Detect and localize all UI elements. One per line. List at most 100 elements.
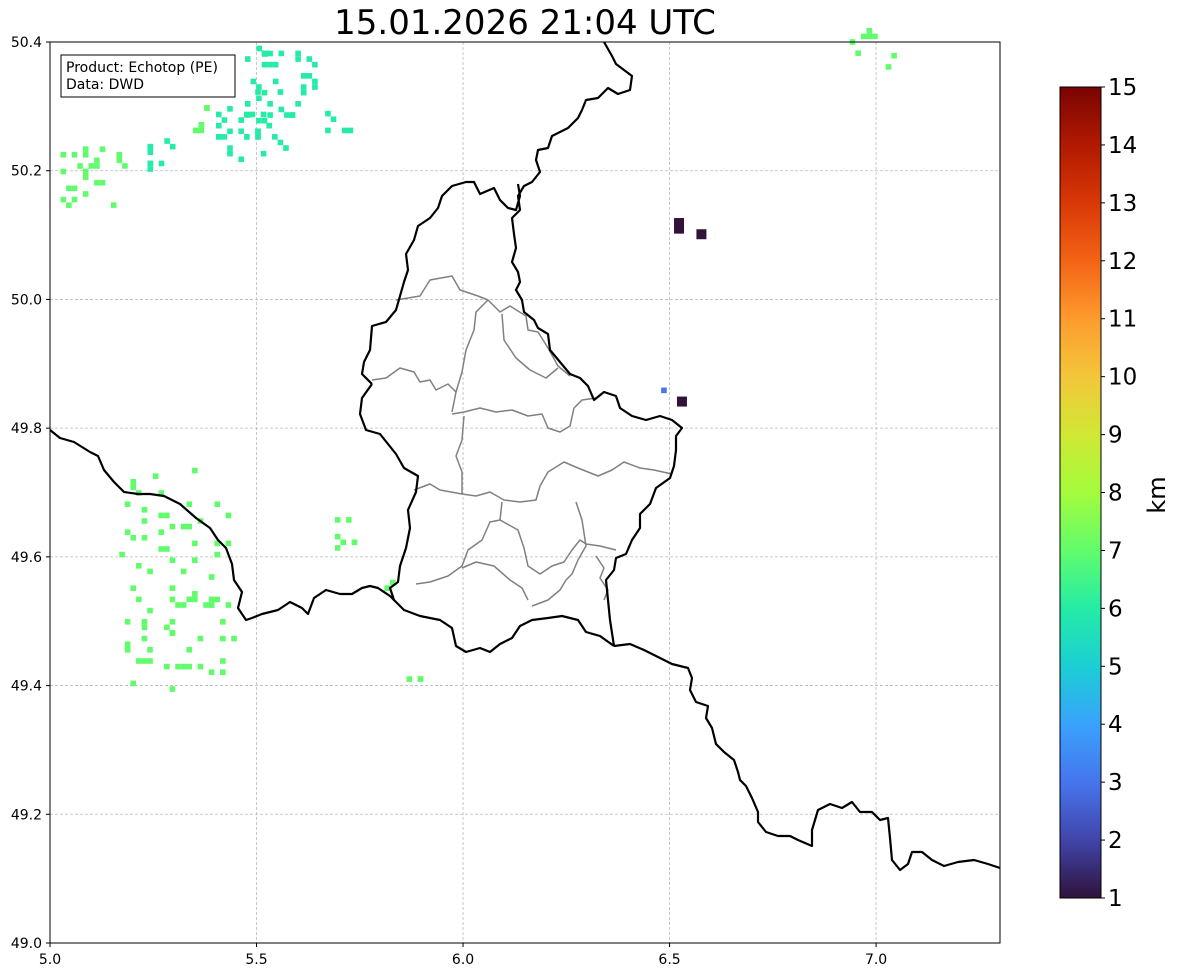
echo-pixel <box>340 539 347 546</box>
colorbar-tick-label: 14 <box>1108 133 1137 159</box>
echo-pixel <box>406 676 413 682</box>
echo-pixel <box>169 523 176 530</box>
echo-pixel <box>300 73 307 79</box>
echo-pixel <box>244 56 251 62</box>
echo-pixel <box>186 523 193 530</box>
echo-pixel <box>220 635 226 642</box>
echo-pixel <box>66 185 72 192</box>
echo-pixel <box>244 112 251 118</box>
echo-pixel <box>283 145 289 151</box>
figure-canvas: 15.01.2026 21:04 UTC Product: Echotop (P… <box>11 3 1171 968</box>
echo-pixel <box>124 619 131 625</box>
product-info-box: Product: Echotop (PE) Data: DWD <box>60 54 236 98</box>
echo-pixel <box>295 56 301 62</box>
echo-pixel <box>325 127 331 134</box>
echo-pixel <box>164 546 170 552</box>
echo-pixel <box>266 122 272 129</box>
echo-pixel <box>227 106 233 112</box>
echo-pixel <box>676 396 687 407</box>
echo-pixel <box>855 50 861 56</box>
y-tick-label: 49.0 <box>11 936 42 952</box>
echo-pixel <box>130 680 137 687</box>
echo-pixel <box>116 151 123 158</box>
echo-pixel <box>215 111 222 118</box>
map-axes: Product: Echotop (PE) Data: DWD <box>49 28 1001 944</box>
echo-pixel <box>192 557 198 563</box>
y-tick-label: 49.8 <box>11 421 42 437</box>
echo-pixel <box>261 61 268 68</box>
colorbar-tick-label: 8 <box>1108 481 1123 507</box>
echo-pixel <box>225 540 232 547</box>
echo-cell <box>661 387 667 394</box>
echo-pixel <box>866 28 873 34</box>
echo-pixel <box>231 635 237 642</box>
echo-pixel <box>278 106 285 113</box>
echo-pixel <box>256 84 262 90</box>
echo-pixel <box>180 663 187 670</box>
echo-pixel <box>208 596 215 603</box>
echo-pixel <box>214 551 221 558</box>
echo-pixel <box>130 479 137 485</box>
colorbar: 15 14 13 12 11 10 9 8 7 6 5 4 3 2 1 km <box>1059 75 1171 912</box>
echo-pixel <box>71 151 78 158</box>
colorbar-tick-label: 4 <box>1108 712 1123 738</box>
echo-pixel <box>180 568 187 575</box>
x-tick-label: 6.5 <box>658 952 680 968</box>
x-axis-ticks: 5.0 5.5 6.0 6.5 7.0 <box>39 943 887 968</box>
echo-pixel <box>661 387 667 394</box>
echo-pixel <box>866 33 873 40</box>
echo-pixel <box>347 127 354 134</box>
echo-pixel <box>82 174 89 180</box>
echo-pixel <box>192 127 199 134</box>
echo-pixel <box>238 156 244 163</box>
echo-pixel <box>214 501 221 507</box>
echo-pixel <box>260 150 267 157</box>
echo-pixel <box>192 467 198 474</box>
echo-pixel <box>60 196 67 203</box>
echo-pixel <box>220 658 226 664</box>
echo-pixel <box>147 143 154 150</box>
echo-pixel <box>141 535 148 541</box>
echo-pixel <box>312 84 318 90</box>
echo-pixel <box>267 50 273 57</box>
echo-pixel <box>130 585 137 591</box>
y-tick-label: 50.4 <box>11 35 42 51</box>
echo-pixel <box>147 160 154 167</box>
colorbar-tick-label: 11 <box>1108 307 1137 333</box>
echo-pixel <box>312 61 318 68</box>
echo-pixel <box>198 122 205 128</box>
echo-pixel <box>204 105 210 111</box>
echo-pixel <box>136 658 142 664</box>
echo-pixel <box>312 78 318 85</box>
echo-pixel <box>208 669 215 675</box>
colorbar-gradient <box>1059 86 1102 899</box>
echo-pixel <box>256 117 262 124</box>
echo-pixel <box>255 89 261 95</box>
echo-pixel <box>197 663 204 670</box>
echo-pixel <box>147 149 154 156</box>
echo-pixel <box>164 663 170 670</box>
data-source-label: Data: DWD <box>66 77 144 93</box>
echo-pixel <box>169 596 176 603</box>
x-tick-label: 5.0 <box>39 952 61 968</box>
echo-pixel <box>82 146 89 152</box>
echo-pixel <box>94 157 100 164</box>
echo-pixel <box>152 473 159 479</box>
echo-pixel <box>208 574 215 580</box>
echo-pixel <box>82 191 89 197</box>
product-label: Product: Echotop (PE) <box>66 60 218 76</box>
echo-pixel <box>192 540 198 547</box>
echo-pixel <box>77 163 83 169</box>
colorbar-tick-label: 10 <box>1108 365 1137 391</box>
echo-pixel <box>158 529 165 535</box>
echo-pixel <box>169 619 176 625</box>
echo-pixel <box>225 512 232 519</box>
echo-pixel <box>99 179 106 186</box>
echo-pixel <box>267 101 273 107</box>
echo-pixel <box>300 89 307 96</box>
echo-pixel <box>169 630 176 636</box>
echo-pixel <box>180 602 187 608</box>
echo-pixel <box>220 619 226 625</box>
echo-pixel <box>99 146 106 152</box>
echo-pixel <box>295 50 301 57</box>
